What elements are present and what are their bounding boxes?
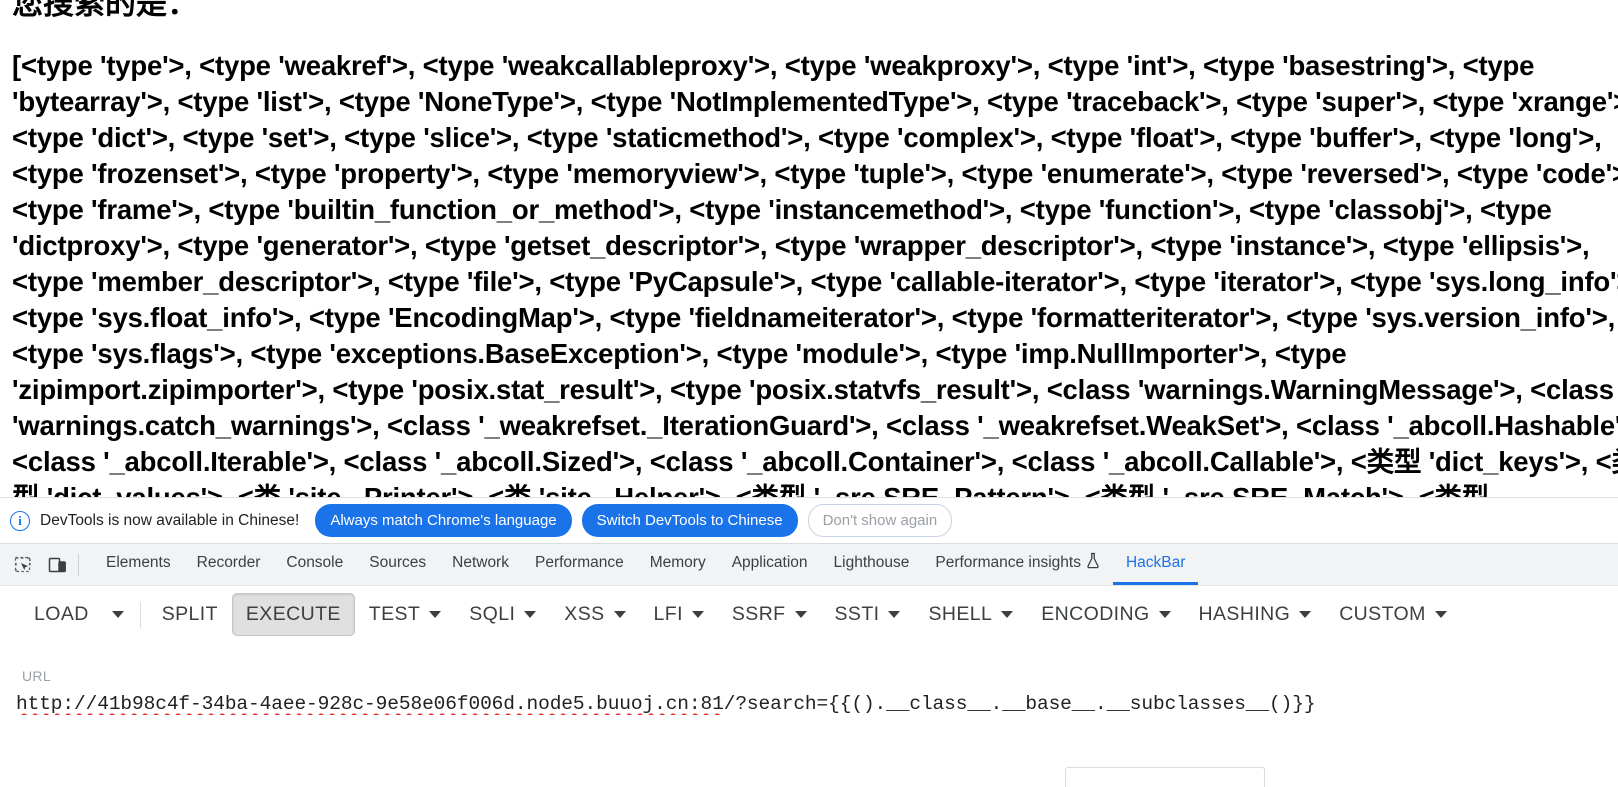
post-data-field[interactable] bbox=[1065, 767, 1265, 787]
chevron-down-icon bbox=[1158, 611, 1171, 618]
tab-label: Sources bbox=[369, 554, 427, 571]
chevron-down-icon bbox=[524, 611, 537, 618]
tab-label: Console bbox=[286, 554, 344, 571]
devtools-language-notification: i DevTools is now available in Chinese! … bbox=[0, 497, 1618, 543]
chevron-down-icon bbox=[429, 611, 442, 618]
hackbar-sqli-button[interactable]: SQLI bbox=[455, 593, 550, 636]
toolbar-divider bbox=[139, 601, 141, 628]
tab-label: HackBar bbox=[1125, 554, 1186, 571]
hackbar-encoding-button[interactable]: ENCODING bbox=[1027, 593, 1184, 636]
url-field-underline bbox=[16, 739, 1602, 740]
page-title: 您搜索的是： bbox=[12, 0, 198, 21]
chevron-down-icon bbox=[1001, 611, 1014, 618]
chevron-down-icon bbox=[794, 611, 807, 618]
hackbar-shell-button[interactable]: SHELL bbox=[914, 593, 1027, 636]
url-field-label: URL bbox=[22, 668, 51, 684]
tab-performance-insights[interactable]: Performance insights bbox=[922, 544, 1113, 585]
url-host-part: http://41b98c4f-34ba-4aee-928c-9e58e06f0… bbox=[16, 693, 724, 715]
button-label: SHELL bbox=[928, 603, 993, 625]
hackbar-ssrf-button[interactable]: SSRF bbox=[718, 593, 821, 636]
url-query-part: /?search={{().__class__.__base__.__subcl… bbox=[723, 693, 1316, 715]
button-label: SSRF bbox=[731, 603, 786, 625]
button-label: SSTI bbox=[834, 603, 880, 625]
subclasses-dump-text: [<type 'type'>, <type 'weakref'>, <type … bbox=[12, 50, 1618, 497]
hackbar-toolbar: LOAD SPLIT EXECUTE TEST SQLI XSS LFI SSR… bbox=[0, 585, 1618, 643]
hackbar-load-button[interactable]: LOAD bbox=[20, 593, 103, 636]
tab-network[interactable]: Network bbox=[439, 544, 522, 585]
tab-application[interactable]: Application bbox=[719, 544, 821, 585]
dont-show-again-button[interactable]: Don't show again bbox=[807, 504, 953, 537]
tab-label: Lighthouse bbox=[833, 554, 910, 571]
tab-console[interactable]: Console bbox=[273, 544, 356, 585]
switch-devtools-to-chinese-button[interactable]: Switch DevTools to Chinese bbox=[581, 504, 798, 537]
chevron-down-icon bbox=[888, 611, 901, 618]
tab-label: Performance insights bbox=[935, 554, 1081, 571]
hackbar-lfi-button[interactable]: LFI bbox=[640, 593, 718, 636]
button-label: SQLI bbox=[469, 603, 516, 625]
url-input[interactable]: http://41b98c4f-34ba-4aee-928c-9e58e06f0… bbox=[16, 693, 1602, 715]
button-label: HASHING bbox=[1198, 603, 1291, 625]
button-label: TEST bbox=[368, 603, 421, 625]
tab-hackbar[interactable]: HackBar bbox=[1112, 544, 1199, 585]
button-label: XSS bbox=[564, 603, 605, 625]
chevron-down-icon bbox=[613, 611, 626, 618]
hackbar-execute-button[interactable]: EXECUTE bbox=[231, 593, 355, 636]
tab-label: Recorder bbox=[196, 554, 261, 571]
hackbar-load-dropdown-icon[interactable] bbox=[103, 601, 133, 628]
device-toolbar-icon[interactable] bbox=[42, 550, 72, 580]
button-label: ENCODING bbox=[1041, 603, 1150, 625]
devtools-tab-bar: Elements Recorder Console Sources Networ… bbox=[0, 543, 1618, 585]
hackbar-xss-button[interactable]: XSS bbox=[550, 593, 639, 636]
hackbar-test-button[interactable]: TEST bbox=[355, 593, 455, 636]
notification-message: DevTools is now available in Chinese! bbox=[40, 511, 300, 529]
tab-sources[interactable]: Sources bbox=[356, 544, 439, 585]
tab-label: Application bbox=[731, 554, 808, 571]
hackbar-split-button[interactable]: SPLIT bbox=[148, 593, 232, 636]
flask-icon bbox=[1086, 552, 1100, 574]
inspect-element-icon[interactable] bbox=[8, 550, 38, 580]
hackbar-hashing-button[interactable]: HASHING bbox=[1185, 593, 1326, 636]
button-label: LFI bbox=[653, 603, 683, 625]
hackbar-custom-button[interactable]: CUSTOM bbox=[1325, 593, 1461, 636]
chevron-down-icon bbox=[1299, 611, 1312, 618]
toolbar-divider bbox=[78, 553, 79, 576]
always-match-chrome-language-button[interactable]: Always match Chrome's language bbox=[315, 504, 572, 537]
tab-label: Elements bbox=[106, 554, 171, 571]
chevron-down-icon bbox=[111, 611, 124, 618]
info-icon: i bbox=[10, 510, 30, 531]
hackbar-ssti-button[interactable]: SSTI bbox=[821, 593, 915, 636]
hackbar-panel-body: URL http://41b98c4f-34ba-4aee-928c-9e58e… bbox=[0, 643, 1618, 787]
chevron-down-icon bbox=[691, 611, 704, 618]
web-page-content: 您搜索的是： [<type 'type'>, <type 'weakref'>,… bbox=[0, 0, 1618, 497]
tab-label: Network bbox=[452, 554, 509, 571]
devtools-tool-icons bbox=[0, 544, 93, 585]
tab-elements[interactable]: Elements bbox=[93, 544, 184, 585]
tab-performance[interactable]: Performance bbox=[522, 544, 637, 585]
tab-label: Performance bbox=[534, 554, 624, 571]
button-label: CUSTOM bbox=[1339, 603, 1426, 625]
tab-lighthouse[interactable]: Lighthouse bbox=[821, 544, 923, 585]
chevron-down-icon bbox=[1434, 611, 1447, 618]
tab-label: Memory bbox=[649, 554, 706, 571]
tab-memory[interactable]: Memory bbox=[637, 544, 719, 585]
tab-recorder[interactable]: Recorder bbox=[184, 544, 274, 585]
